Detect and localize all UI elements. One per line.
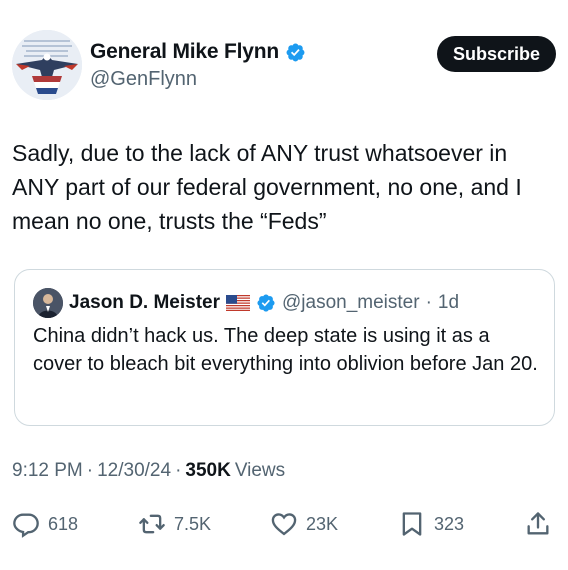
- reply-icon: [13, 513, 39, 538]
- quoted-tweet-time[interactable]: 1d: [438, 292, 459, 314]
- author-handle[interactable]: @GenFlynn: [90, 68, 306, 91]
- bookmark-icon: [402, 512, 422, 536]
- quoted-verified-badge-icon: [257, 294, 275, 312]
- views-label: Views: [234, 460, 286, 481]
- bookmark-count: 323: [434, 513, 465, 534]
- us-flag-icon: [226, 295, 250, 311]
- dot-separator: ·: [425, 292, 432, 313]
- quoted-tweet-card[interactable]: Jason D. Meister @jason_meister · 1d Chi…: [14, 269, 555, 426]
- eagle-flag-avatar-icon: [12, 30, 82, 100]
- quoted-tweet-header: Jason D. Meister @jason_meister · 1d: [33, 288, 459, 318]
- tweet-text: Sadly, due to the lack of ANY trust what…: [12, 140, 522, 234]
- like-count: 23K: [306, 513, 339, 534]
- bookmark-button[interactable]: 323: [398, 506, 464, 542]
- person-avatar-icon: [33, 288, 63, 318]
- author-avatar[interactable]: [12, 30, 82, 100]
- share-icon: [527, 512, 549, 535]
- quoted-tweet-text: China didn’t hack us. The deep state is …: [33, 325, 538, 375]
- dot-separator: ·: [175, 460, 182, 481]
- tweet-time[interactable]: 9:12 PM: [12, 460, 83, 482]
- share-button[interactable]: [524, 506, 552, 542]
- tweet-header: General Mike Flynn @GenFlynn Subscribe: [12, 28, 556, 100]
- subscribe-button[interactable]: Subscribe: [436, 36, 556, 72]
- quoted-author-name[interactable]: Jason D. Meister: [69, 292, 220, 314]
- views-count: 350K: [185, 460, 231, 481]
- reply-count: 618: [48, 513, 79, 534]
- repost-count: 7.5K: [174, 513, 212, 534]
- verified-badge-icon: [286, 43, 305, 61]
- repost-icon: [139, 514, 165, 534]
- author-display-name[interactable]: General Mike Flynn: [90, 40, 279, 64]
- like-button[interactable]: 23K: [270, 506, 338, 542]
- author-block: General Mike Flynn @GenFlynn: [90, 40, 306, 91]
- tweet-meta: 9:12 PM · 12/30/24 · 350K Views: [12, 460, 285, 482]
- action-bar: 618 7.5K 23K 323: [12, 506, 556, 542]
- repost-button[interactable]: 7.5K: [138, 506, 211, 542]
- quoted-author-avatar[interactable]: [33, 288, 63, 318]
- author-name-row: General Mike Flynn: [90, 40, 306, 64]
- dot-separator: ·: [86, 460, 94, 481]
- tweet-date[interactable]: 12/30/24: [97, 460, 171, 482]
- reply-button[interactable]: 618: [12, 506, 78, 542]
- heart-icon: [271, 513, 297, 536]
- quoted-author-handle[interactable]: @jason_meister: [282, 292, 420, 314]
